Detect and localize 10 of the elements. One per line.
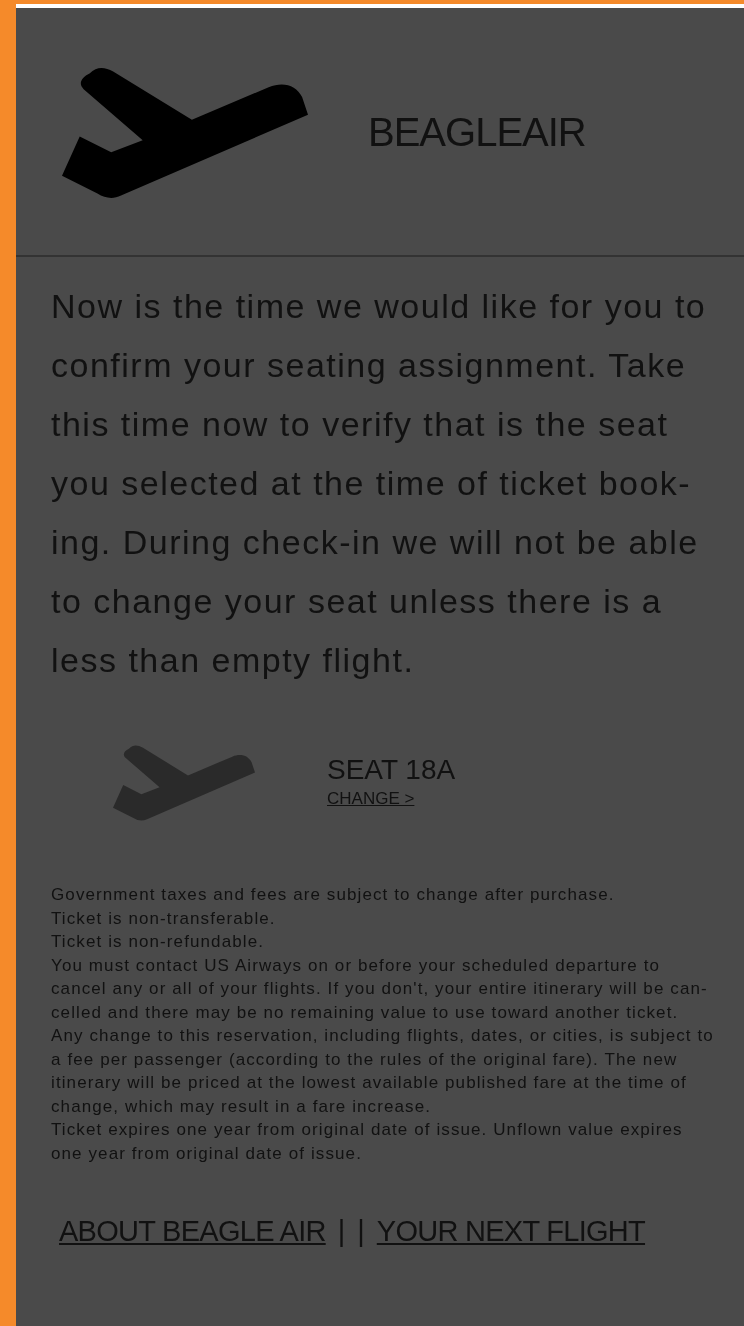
change-seat-link[interactable]: CHANGE >: [327, 785, 415, 812]
separator: |: [337, 1214, 346, 1249]
separator: |: [357, 1214, 365, 1249]
brand-title: BEAGLEAIR: [368, 108, 586, 156]
footer-link[interactable]: ABOUT BEAGLE AIR: [59, 1210, 326, 1254]
footer-link[interactable]: YOUR NEXT FLIGHT: [376, 1210, 646, 1254]
seat-label: SEAT 18A: [327, 753, 456, 786]
intro-paragraph: Now is the time we would like for you to confirm your seating assignment. Take this time now to verify that is the seat you selected at the time of ticket book- ing. During check-in we will not be able to change your seat unless there is a less than empty flight.: [51, 286, 708, 681]
terms-paragraph: Government taxes and fees are subject to change after purchase. Ticket is non-transferable. Ticket is non-refundable. You must contact US Airways on or before your scheduled departure to cancel any or all of your flights. If you don't, your entire itinerary will be can- celled and there may be no remaining value to use toward another ticket. Any change to this reservation, including flights, dates, or cities, is subject to a fee per passenger (according to the rules of the original fare). The new itinerary will be priced at the lowest available published fare at the time of change, which may result in a fare increase. Ticket expires one year from original date of issue. Unflown value expires one year from original date of issue.: [51, 884, 715, 1165]
plane-icon: [113, 744, 255, 821]
